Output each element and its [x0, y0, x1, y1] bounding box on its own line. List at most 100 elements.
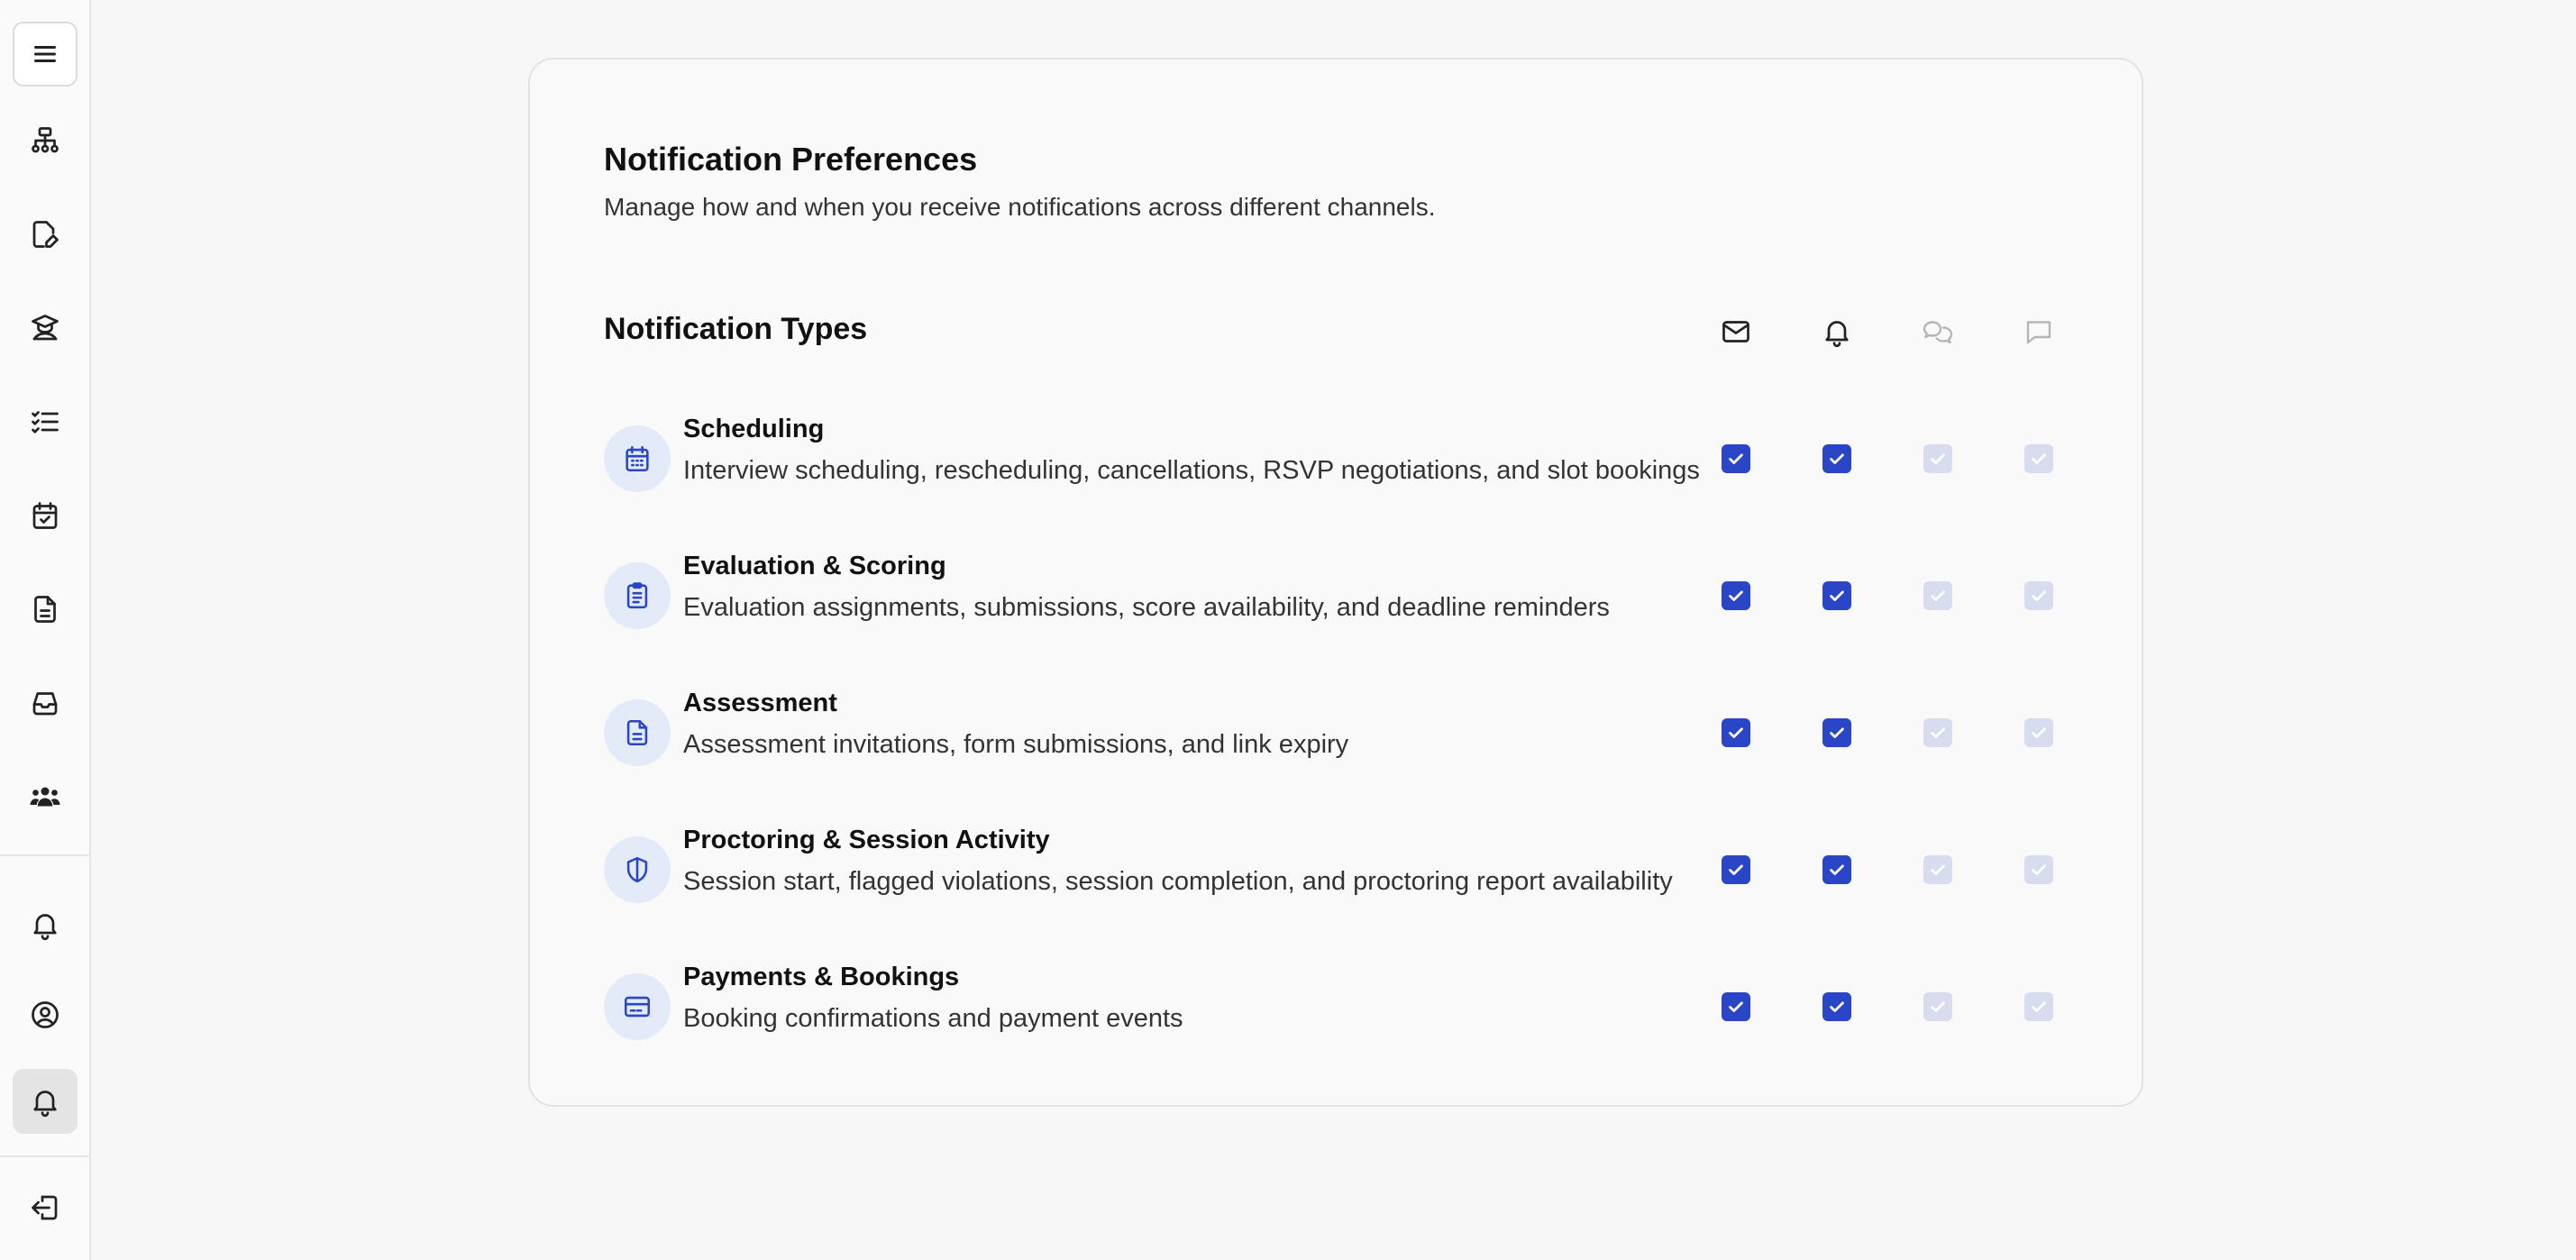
evaluation-message-checkbox: [2024, 581, 2053, 610]
sidebar: [0, 0, 91, 1260]
proctoring-chat-checkbox: [1923, 855, 1952, 884]
check-icon: [1931, 590, 1945, 601]
calendar-grid-icon: [626, 445, 649, 472]
nav-graduate[interactable]: [13, 296, 78, 361]
nav-notifications[interactable]: [13, 892, 78, 957]
row-title: Assessment: [683, 689, 837, 717]
channel-email-header: [1720, 315, 1752, 348]
evaluation-chat-checkbox: [1923, 581, 1952, 610]
check-icon: [1729, 727, 1743, 738]
org-chart-icon: [32, 127, 59, 153]
sidebar-divider: [0, 1155, 91, 1157]
nav-documents[interactable]: [13, 577, 78, 642]
scheduling-email-checkbox[interactable]: [1722, 444, 1750, 473]
bell-icon: [33, 914, 57, 941]
assessment-message-checkbox: [2024, 718, 2053, 747]
check-icon: [1729, 864, 1743, 875]
row-description: Booking confirmations and payment events: [683, 1004, 1183, 1033]
check-icon: [1931, 453, 1945, 464]
payments-chat-checkbox: [1923, 992, 1952, 1021]
check-icon: [1931, 727, 1945, 738]
channel-message-header: [2023, 315, 2055, 348]
mail-icon: [1722, 321, 1749, 342]
notification-row-evaluation: Evaluation & Scoring Evaluation assignme…: [604, 544, 2100, 662]
check-icon: [2032, 590, 2046, 601]
user-circle-icon: [32, 1001, 59, 1028]
assessment-email-checkbox[interactable]: [1722, 718, 1750, 747]
notification-row-assessment: Assessment Assessment invitations, form …: [604, 681, 2100, 799]
nav-profile[interactable]: [13, 982, 78, 1047]
notification-row-scheduling: Scheduling Interview scheduling, resched…: [604, 407, 2100, 525]
check-icon: [1729, 453, 1743, 464]
graduate-icon: [32, 315, 59, 341]
calendar-check-icon: [32, 502, 58, 529]
menu-button[interactable]: [13, 22, 78, 87]
payments-email-checkbox[interactable]: [1722, 992, 1750, 1021]
nav-file-edit[interactable]: [13, 202, 78, 267]
evaluation-email-checkbox[interactable]: [1722, 581, 1750, 610]
channel-chat-header: [1922, 315, 1954, 348]
row-title: Payments & Bookings: [683, 963, 960, 991]
notification-preferences-card: Notification Preferences Manage how and …: [528, 58, 2143, 1107]
check-icon: [2032, 727, 2046, 738]
document-icon: [34, 596, 56, 623]
bell-icon: [33, 1091, 57, 1118]
row-description: Session start, flagged violations, sessi…: [683, 867, 1673, 896]
row-title: Proctoring & Session Activity: [683, 826, 1050, 854]
row-description: Interview scheduling, rescheduling, canc…: [683, 456, 1700, 485]
proctoring-email-checkbox[interactable]: [1722, 855, 1750, 884]
check-icon: [1830, 590, 1844, 601]
check-icon: [1830, 1001, 1844, 1012]
nav-org-chart[interactable]: [13, 108, 78, 173]
proctoring-message-checkbox: [2024, 855, 2053, 884]
evaluation-inapp-checkbox[interactable]: [1822, 581, 1851, 610]
nav-checklist[interactable]: [13, 389, 78, 454]
nav-calendar[interactable]: [13, 483, 78, 548]
page-title: Notification Preferences: [604, 141, 978, 178]
check-icon: [1830, 727, 1844, 738]
check-icon: [1830, 453, 1844, 464]
scheduling-message-checkbox: [2024, 444, 2053, 473]
row-icon-circle: [604, 562, 671, 629]
notification-types-heading: Notification Types: [604, 312, 868, 346]
shield-icon: [626, 856, 648, 883]
file-edit-icon: [32, 221, 59, 248]
check-icon: [1830, 864, 1844, 875]
nav-inbox[interactable]: [13, 671, 78, 735]
menu-icon: [34, 46, 56, 62]
notification-row-proctoring: Proctoring & Session Activity Session st…: [604, 818, 2100, 936]
check-icon: [1931, 1001, 1945, 1012]
logout-button[interactable]: [13, 1175, 78, 1240]
checklist-icon: [32, 411, 59, 434]
check-icon: [1729, 1001, 1743, 1012]
row-title: Evaluation & Scoring: [683, 552, 946, 580]
assessment-chat-checkbox: [1923, 718, 1952, 747]
bell-icon: [1825, 321, 1849, 348]
row-icon-circle: [604, 425, 671, 492]
scheduling-inapp-checkbox[interactable]: [1822, 444, 1851, 473]
logout-icon: [32, 1195, 58, 1220]
chat-bubbles-icon: [1923, 321, 1953, 344]
row-icon-circle: [604, 836, 671, 903]
message-icon: [2026, 321, 2051, 344]
assessment-inapp-checkbox[interactable]: [1822, 718, 1851, 747]
row-description: Assessment invitations, form submissions…: [683, 730, 1349, 759]
row-description: Evaluation assignments, submissions, sco…: [683, 593, 1610, 622]
inbox-icon: [32, 692, 58, 716]
check-icon: [2032, 864, 2046, 875]
nav-notification-preferences[interactable]: [13, 1069, 78, 1134]
row-icon-circle: [604, 973, 671, 1040]
check-icon: [2032, 1001, 2046, 1012]
sidebar-divider: [0, 854, 91, 856]
clipboard-icon: [626, 582, 648, 609]
check-icon: [2032, 453, 2046, 464]
credit-card-icon: [624, 996, 651, 1018]
payments-inapp-checkbox[interactable]: [1822, 992, 1851, 1021]
nav-users[interactable]: [13, 764, 78, 829]
file-text-icon: [626, 719, 648, 746]
check-icon: [1729, 590, 1743, 601]
users-icon: [30, 787, 60, 807]
proctoring-inapp-checkbox[interactable]: [1822, 855, 1851, 884]
notification-row-payments: Payments & Bookings Booking confirmation…: [604, 955, 2100, 1073]
row-title: Scheduling: [683, 415, 825, 443]
